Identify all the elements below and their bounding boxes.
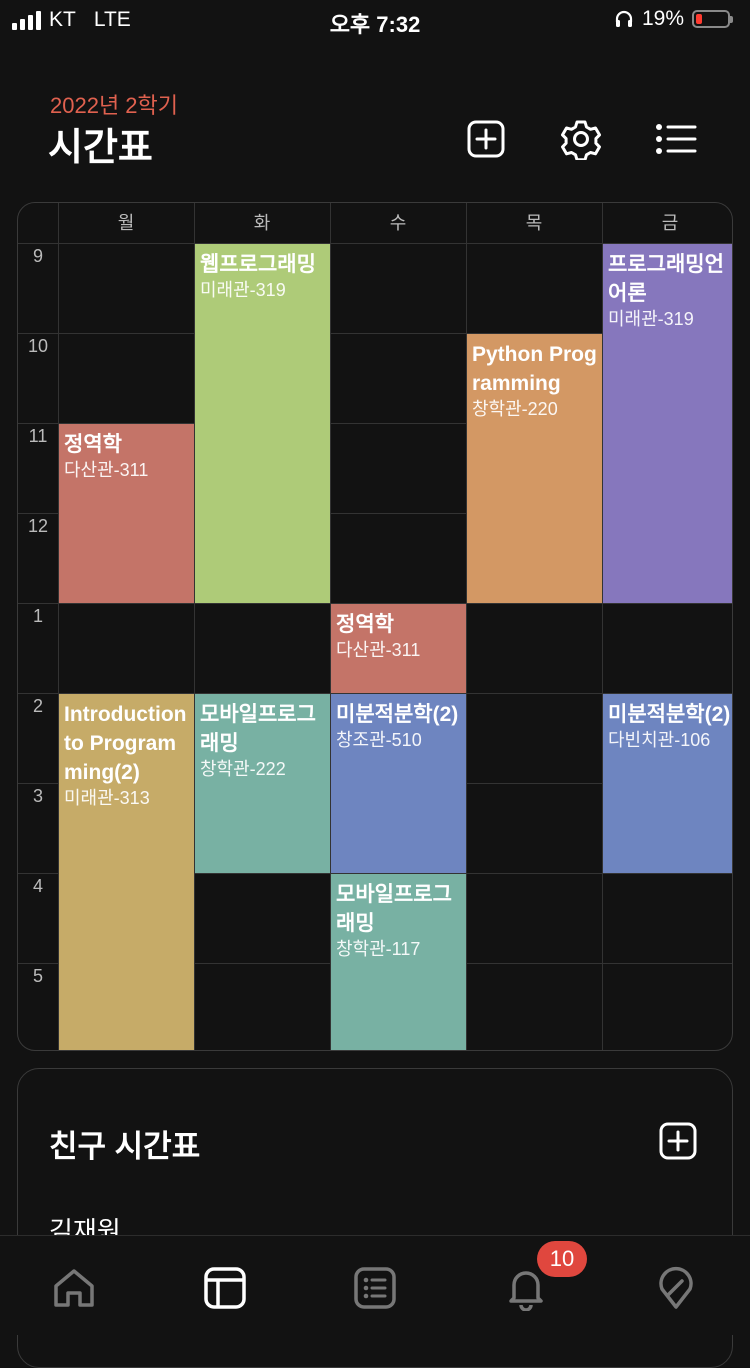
course-block[interactable]: 정역학다산관-311 <box>331 604 466 693</box>
grid-line <box>466 203 467 1050</box>
course-block[interactable]: 모바일프로그래밍창학관-222 <box>195 694 330 873</box>
course-name: Python Programming <box>472 343 597 395</box>
timetable-grid: 월 화 수 목 금 9 10 11 12 1 2 3 4 5 웹프로그래밍 미래관-319 프로그래밍언어론 미래… <box>17 202 733 1051</box>
headphones-icon <box>615 10 633 27</box>
add-icon <box>467 120 505 158</box>
course-name: 정역학 <box>336 613 394 636</box>
hour-label: 1 <box>32 606 43 626</box>
hour-label: 4 <box>32 876 43 896</box>
notification-badge: 10 <box>537 1241 587 1277</box>
day-header: 수 <box>389 213 407 233</box>
course-name: 모바일프로그래밍 <box>200 703 316 755</box>
add-icon <box>659 1122 697 1160</box>
course-name: 웹프로그래밍 <box>200 253 316 276</box>
tab-timetable[interactable] <box>201 1264 249 1312</box>
menu-list-button[interactable] <box>654 117 698 161</box>
course-block[interactable]: 웹프로그래밍미래관-319 <box>195 244 330 603</box>
course-room: 다산관-311 <box>64 460 149 480</box>
course-block[interactable]: 프로그래밍언어론미래관-319 <box>603 244 732 603</box>
course-room: 창조관-510 <box>336 730 422 750</box>
gear-icon <box>561 120 601 160</box>
course-name: 모바일프로그래밍 <box>336 883 452 935</box>
hour-label: 12 <box>27 516 49 536</box>
course-room: 창학관-220 <box>472 399 558 419</box>
status-bar: KT LTE 오후 7:32 19% <box>0 0 750 44</box>
day-header: 월 <box>117 213 135 233</box>
hour-label: 3 <box>32 786 43 806</box>
course-room: 미래관-313 <box>64 788 150 808</box>
home-icon <box>54 1269 94 1307</box>
course-block[interactable]: 미분적분학(2) 창조관-510 <box>331 694 466 873</box>
hour-label: 10 <box>27 336 49 356</box>
course-name: 미분적분학(2) <box>336 703 459 726</box>
timetable-icon <box>204 1267 246 1309</box>
hour-label: 5 <box>32 966 43 986</box>
list-icon <box>354 1267 396 1309</box>
tab-list[interactable] <box>351 1264 399 1312</box>
course-block[interactable]: 모바일프로그래밍창학관-117 <box>331 874 466 1050</box>
list-icon <box>656 124 697 154</box>
course-room: 다산관-311 <box>336 640 421 660</box>
course-room: 미래관-319 <box>200 280 286 300</box>
hour-label: 2 <box>32 696 43 716</box>
course-block[interactable]: Introduction to Programming(2) 미래관-313 <box>59 694 194 1050</box>
settings-button[interactable] <box>559 117 603 161</box>
course-room: 다빈치관-106 <box>608 730 711 750</box>
page-title: 시간표 <box>48 127 153 169</box>
tab-home[interactable] <box>50 1264 98 1312</box>
campus-icon <box>659 1266 693 1309</box>
course-room: 창학관-222 <box>200 759 286 779</box>
course-block[interactable]: 미분적분학(2) 다빈치관-106 <box>603 694 732 873</box>
add-friend-button[interactable] <box>658 1121 698 1161</box>
hour-label: 9 <box>32 246 43 266</box>
tab-campus[interactable] <box>652 1264 700 1312</box>
day-header: 목 <box>525 213 543 233</box>
day-header: 금 <box>661 213 679 233</box>
course-block[interactable]: Python Programming 창학관-220 <box>467 334 602 603</box>
tab-bar <box>0 1235 750 1335</box>
course-room: 창학관-117 <box>336 939 421 959</box>
course-name: 정역학 <box>64 433 122 456</box>
battery-percent: 19% <box>641 7 684 30</box>
course-name: Introduction to Programming(2) <box>64 703 187 784</box>
course-name: 미분적분학(2) <box>608 703 731 726</box>
course-name: 프로그래밍언어론 <box>608 253 724 305</box>
add-timetable-button[interactable] <box>464 117 508 161</box>
course-room: 미래관-319 <box>608 309 694 329</box>
status-right: 19% <box>614 7 733 31</box>
course-block[interactable]: 정역학다산관-311 <box>59 424 194 603</box>
friends-title: 친구 시간표 <box>49 1129 201 1164</box>
day-header: 화 <box>253 213 271 233</box>
hour-label: 11 <box>28 426 48 446</box>
battery-icon <box>692 10 733 28</box>
